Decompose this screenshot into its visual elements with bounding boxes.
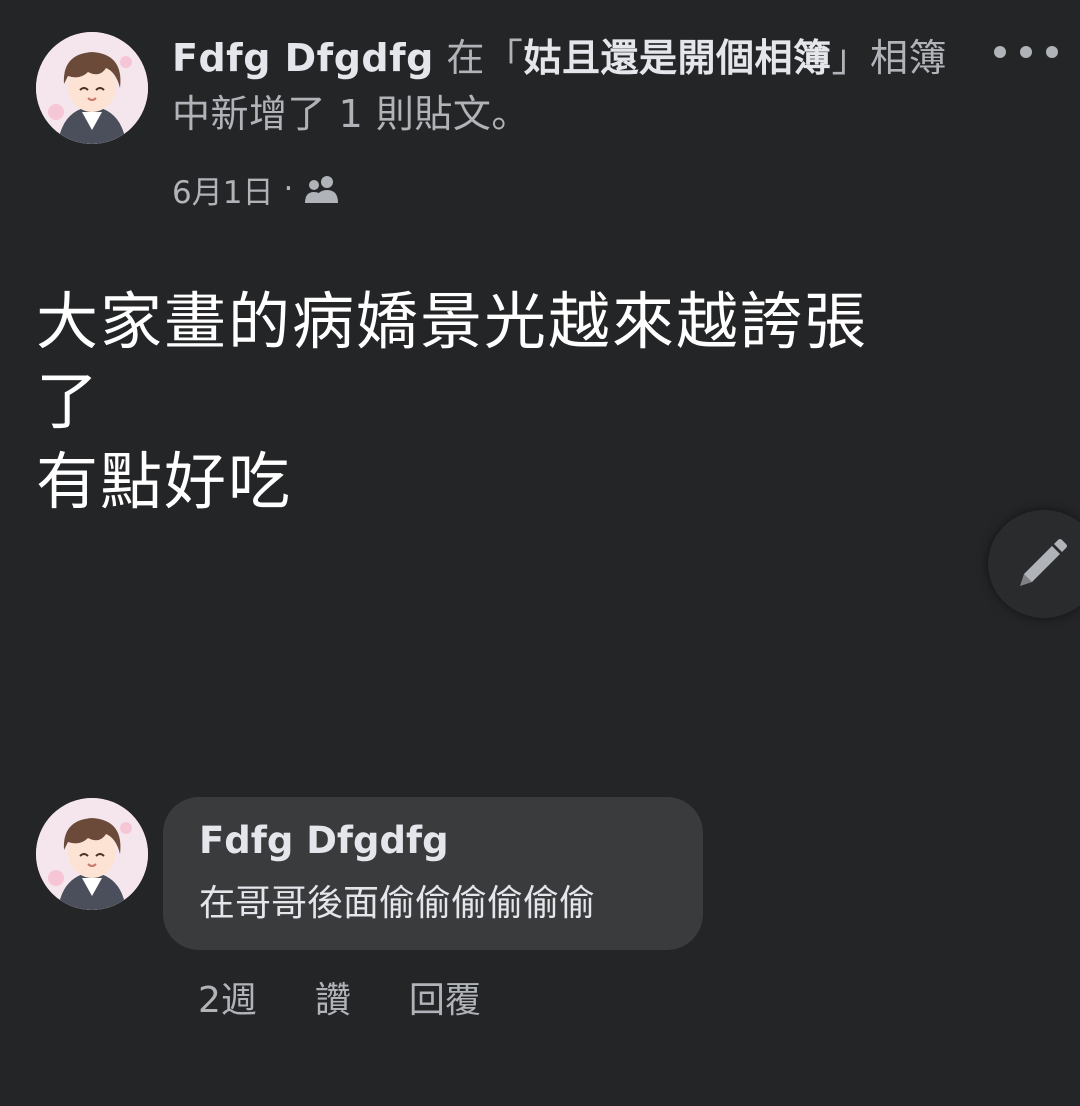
post-author-name[interactable]: Fdfg Dfgdfg [172, 36, 434, 80]
post-body-line: 大家畫的病嬌景光越來越誇張 [36, 285, 869, 358]
post-body-line: 有點好吃 [36, 445, 293, 518]
album-name-link[interactable]: 姑且還是開個相簿 [523, 36, 831, 80]
post-header: Fdfg Dfgdfg 在「姑且還是開個相簿」相簿中新增了 1 則貼文。 [172, 30, 962, 142]
comment-author-avatar[interactable] [36, 798, 148, 910]
more-dot-icon [994, 46, 1006, 58]
more-dot-icon [1020, 46, 1032, 58]
anime-avatar-image [36, 798, 148, 910]
more-dot-icon [1046, 46, 1058, 58]
post-meta: 6月1日 · [172, 166, 341, 212]
reply-button[interactable]: 回覆 [409, 976, 481, 1026]
header-in-text: 在「 [433, 36, 524, 80]
anime-avatar-image [36, 32, 148, 144]
like-button[interactable]: 讚 [315, 976, 351, 1026]
more-options-button[interactable] [994, 34, 1058, 70]
post-author-avatar[interactable] [36, 32, 148, 144]
comment-author-name[interactable]: Fdfg Dfgdfg [199, 815, 449, 867]
separator-dot: · [283, 171, 294, 207]
comment-actions: 2週 讚 回覆 [198, 976, 481, 1026]
pencil-icon [1020, 539, 1067, 586]
comment-timestamp[interactable]: 2週 [198, 976, 257, 1026]
post-body: 大家畫的病嬌景光越來越誇張 了 有點好吃 [36, 282, 1036, 522]
friends-icon [303, 173, 341, 205]
comment-bubble[interactable]: Fdfg Dfgdfg 在哥哥後面偷偷偷偷偷偷 [163, 797, 703, 950]
post-date[interactable]: 6月1日 [172, 167, 273, 212]
post-body-line: 了 [36, 365, 101, 438]
comment-text: 在哥哥後面偷偷偷偷偷偷 [199, 883, 596, 924]
edit-floating-button[interactable] [988, 510, 1080, 618]
